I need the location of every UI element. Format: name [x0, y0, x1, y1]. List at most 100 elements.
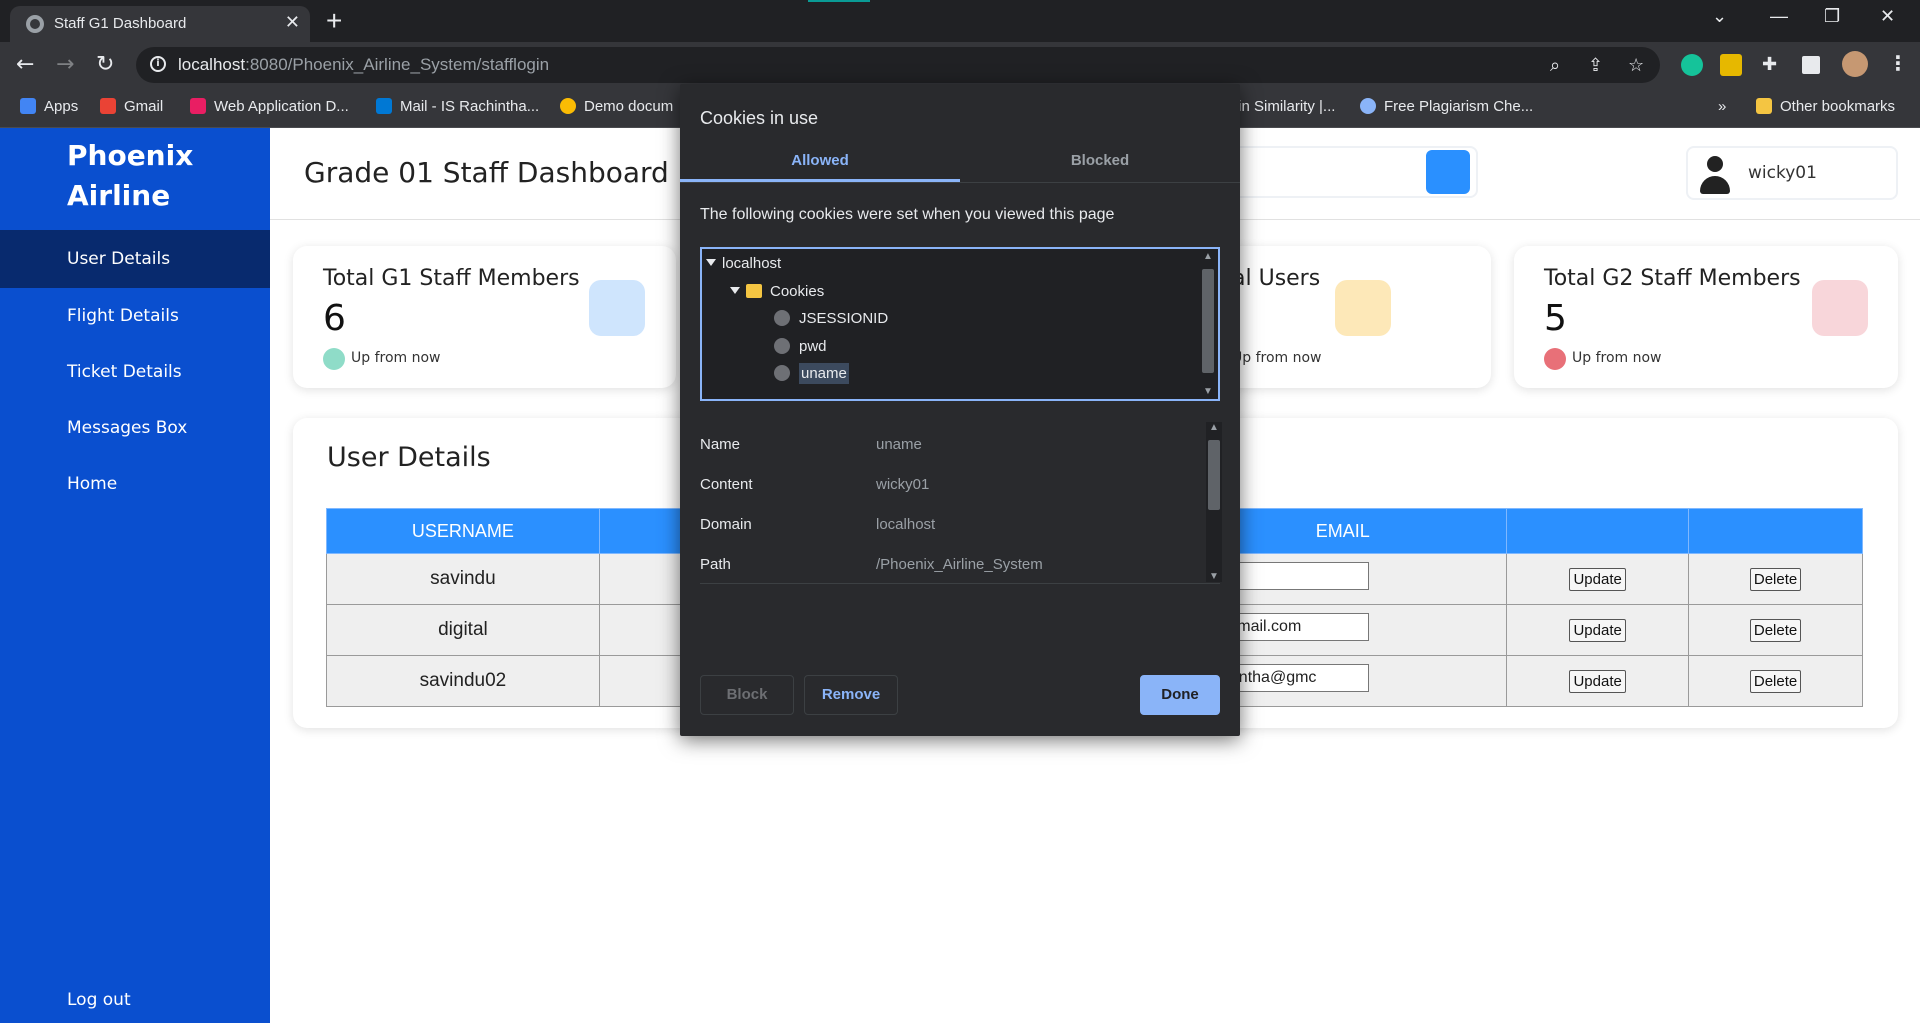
other-bookmarks[interactable]: Other bookmarks — [1756, 98, 1895, 115]
card-title: al Users — [1232, 266, 1321, 291]
docs-icon — [560, 98, 576, 114]
browser-tab-strip: Staff G1 Dashboard ✕ + ⌄ — ❐ ✕ — [0, 0, 1920, 42]
url-text[interactable]: localhost:8080/Phoenix_Airline_System/st… — [178, 55, 549, 75]
delete-button[interactable]: Delete — [1749, 618, 1802, 642]
block-button[interactable]: Block — [700, 675, 794, 715]
tab-title: Staff G1 Dashboard — [54, 15, 187, 32]
bookmark-star-icon[interactable]: ☆ — [1628, 55, 1644, 76]
zoom-icon[interactable]: ⌕ — [1550, 55, 1560, 76]
card-badge-icon — [1335, 280, 1391, 336]
bookmark-demo-docum[interactable]: Demo docum — [560, 98, 673, 115]
tab-blocked[interactable]: Blocked — [960, 152, 1240, 182]
card-subtext: Up from now — [1232, 350, 1322, 366]
restore-button[interactable]: ❐ — [1824, 6, 1840, 27]
delete-button[interactable]: Delete — [1749, 567, 1802, 591]
new-tab-button[interactable]: + — [326, 5, 342, 37]
sidebar-item-messages-box[interactable]: Messages Box — [0, 399, 270, 457]
window-accent — [808, 0, 870, 2]
bookmark-gmail[interactable]: Gmail — [100, 98, 163, 115]
scroll-down-icon[interactable]: ▼ — [1206, 571, 1222, 582]
sidebar-item-user-details[interactable]: User Details — [0, 230, 270, 288]
tree-node-host[interactable]: localhost — [706, 255, 781, 272]
dialog-intro-text: The following cookies were set when you … — [700, 206, 1115, 223]
expand-triangle-icon[interactable] — [706, 259, 716, 266]
sidebar-item-home[interactable]: Home — [0, 455, 270, 513]
forward-arrow-icon[interactable]: → — [56, 52, 74, 77]
back-arrow-icon[interactable]: ← — [16, 52, 34, 77]
cookies-dialog: Cookies in use Allowed Blocked The follo… — [680, 84, 1240, 736]
card-value: 5 — [1544, 298, 1567, 339]
reload-icon[interactable]: ↻ — [96, 52, 114, 77]
property-label: Path — [700, 556, 731, 573]
tree-scrollbar[interactable]: ▲ ▼ — [1200, 251, 1216, 397]
minimize-button[interactable]: — — [1770, 6, 1788, 27]
scroll-down-icon[interactable]: ▼ — [1200, 386, 1216, 397]
browser-toolbar: ← → ↻ i localhost:8080/Phoenix_Airline_S… — [0, 42, 1920, 88]
folder-icon — [746, 284, 762, 298]
status-dot-icon — [1544, 348, 1566, 370]
side-panel-icon[interactable] — [1802, 56, 1820, 74]
sidebar-item-flight-details[interactable]: Flight Details — [0, 287, 270, 345]
tree-node-cookie[interactable]: pwd — [774, 338, 827, 355]
brand-logo[interactable]: Phoenix Airline — [67, 136, 193, 216]
properties-scrollbar[interactable]: ▲ ▼ — [1206, 422, 1222, 582]
cookie-icon — [774, 310, 790, 326]
section-title: User Details — [327, 442, 491, 473]
logout-link[interactable]: Log out — [67, 990, 131, 1010]
card-subtext: Up from now — [351, 350, 441, 366]
tree-node-cookie[interactable]: JSESSIONID — [774, 310, 888, 327]
expand-triangle-icon[interactable] — [730, 287, 740, 294]
property-value: wicky01 — [876, 476, 930, 493]
address-bar[interactable]: i localhost:8080/Phoenix_Airline_System/… — [136, 47, 1660, 83]
tree-node-cookies-folder[interactable]: Cookies — [730, 283, 824, 300]
bookmark-mail[interactable]: Mail - IS Rachintha... — [376, 98, 539, 115]
tree-node-cookie-selected[interactable]: uname — [774, 363, 849, 384]
username-cell: digital — [326, 604, 600, 656]
delete-cell: Delete — [1688, 655, 1863, 707]
tab-allowed[interactable]: Allowed — [680, 152, 960, 182]
cookie-properties: Name uname Content wicky01 Domain localh… — [700, 422, 1222, 584]
gmail-icon — [100, 98, 116, 114]
cookie-icon — [774, 365, 790, 381]
column-header — [1688, 508, 1863, 554]
done-button[interactable]: Done — [1140, 675, 1220, 715]
scroll-up-icon[interactable]: ▲ — [1200, 251, 1216, 262]
tab-close-icon[interactable]: ✕ — [285, 12, 300, 33]
update-button[interactable]: Update — [1569, 567, 1626, 591]
divider — [680, 182, 1240, 183]
cookie-icon — [774, 338, 790, 354]
more-bookmarks-chevron-icon[interactable]: » — [1718, 98, 1726, 115]
extension-icon[interactable] — [1720, 54, 1742, 76]
delete-button[interactable]: Delete — [1749, 669, 1802, 693]
browser-menu-icon[interactable]: ⋮ — [1888, 51, 1908, 75]
bookmark-apps[interactable]: Apps — [20, 98, 78, 115]
scroll-up-icon[interactable]: ▲ — [1206, 422, 1222, 433]
window-close-button[interactable]: ✕ — [1880, 6, 1895, 27]
profile-avatar[interactable] — [1842, 51, 1868, 77]
update-button[interactable]: Update — [1569, 618, 1626, 642]
dialog-title: Cookies in use — [700, 108, 819, 128]
remove-button[interactable]: Remove — [804, 675, 898, 715]
update-button[interactable]: Update — [1569, 669, 1626, 693]
update-cell: Update — [1506, 604, 1690, 656]
share-icon[interactable]: ⇪ — [1588, 55, 1603, 76]
cookie-tree[interactable]: localhost Cookies JSESSIONID pwd uname ▲… — [700, 247, 1220, 401]
puzzle-extensions-icon[interactable]: ✚ — [1762, 54, 1777, 75]
grammarly-extension-icon[interactable] — [1681, 54, 1703, 76]
sidebar-item-ticket-details[interactable]: Ticket Details — [0, 343, 270, 401]
site-info-icon[interactable]: i — [150, 56, 166, 72]
page-title: Grade 01 Staff Dashboard — [304, 156, 669, 189]
apps-grid-icon — [20, 98, 36, 114]
scroll-thumb[interactable] — [1202, 269, 1214, 373]
browser-tab[interactable]: Staff G1 Dashboard ✕ — [10, 6, 310, 42]
bookmark-similarity[interactable]: tin Similarity |... — [1234, 98, 1335, 115]
user-profile-chip[interactable]: wicky01 — [1686, 146, 1898, 200]
scroll-thumb[interactable] — [1208, 440, 1220, 510]
stat-card-users: al Users Up from now — [1200, 246, 1491, 388]
username-cell: savindu — [326, 553, 600, 605]
search-button[interactable] — [1426, 150, 1470, 194]
bookmark-web-application[interactable]: Web Application D... — [190, 98, 349, 115]
delete-cell: Delete — [1688, 604, 1863, 656]
tab-search-chevron-icon[interactable]: ⌄ — [1712, 6, 1727, 27]
bookmark-free-plagiarism[interactable]: Free Plagiarism Che... — [1360, 98, 1533, 115]
